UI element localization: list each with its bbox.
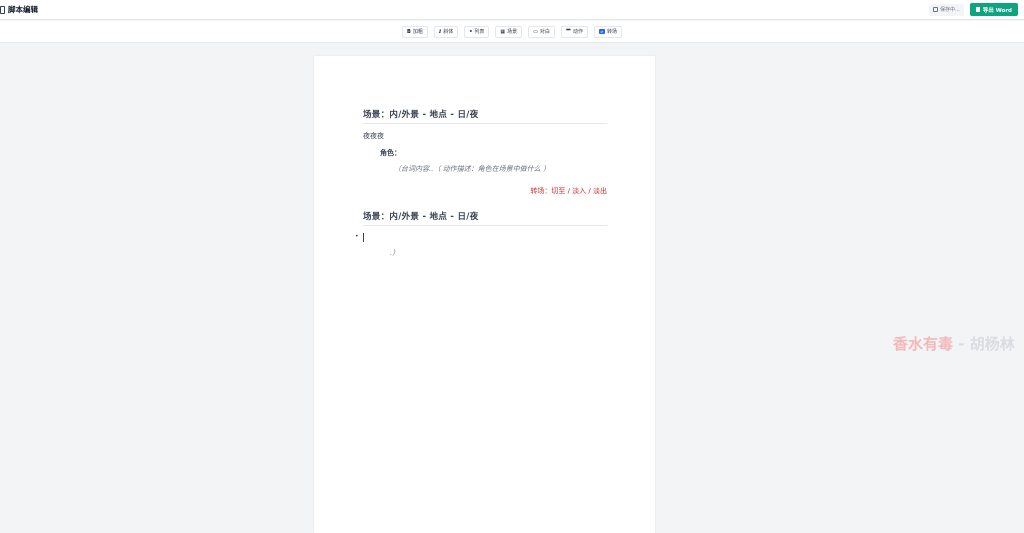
bold-button[interactable]: B 加粗 [402,25,428,38]
parenthetical-2[interactable]: .） [390,248,399,258]
bold-label: 加粗 [412,29,423,35]
list-label: 列表 [474,29,485,35]
speech-bubble-icon: ▭ [533,28,538,35]
app-title: 脚本编辑 [8,5,38,14]
dialogue-button[interactable]: ▭ 对白 [528,25,555,38]
watermark-separator: - [953,335,970,353]
list-button[interactable]: • 列表 [464,25,490,38]
character-name[interactable]: 角色： [380,148,401,158]
scene-heading-1[interactable]: 场景：内/外景 - 地点 - 日/夜 [363,108,607,124]
italic-icon: I [438,28,442,35]
document-page[interactable]: 场景：内/外景 - 地点 - 日/夜 夜夜夜 角色： （台词内容..（ 动作描述… [314,56,655,533]
watermark: 香水有毒 - 胡杨林 [893,333,1015,354]
format-toolbar: B 加粗 I 斜体 • 列表 ▦ 场景 ▭ 对白 ⺮ 动作 ⇄ 转场 [0,21,1024,43]
watermark-text: 香水有毒 [893,335,954,353]
text-cursor [363,233,364,242]
scene-button[interactable]: ▦ 场景 [495,25,523,38]
running-person-icon: ⺮ [565,29,571,35]
save-icon [933,7,938,12]
app-title-area: 脚本编辑 [0,4,38,15]
dialogue-label: 对白 [539,29,550,35]
transition-line[interactable]: 转场：切至 / 淡入 / 淡出 [530,186,607,196]
italic-button[interactable]: I 斜体 [433,25,459,38]
document-icon [0,5,5,14]
list-bullet: • [355,233,359,240]
transition-button[interactable]: ⇄ 转场 [593,25,622,38]
save-status: 保存中... [929,3,964,16]
clapperboard-icon: ▦ [500,28,506,35]
top-actions: 保存中... 导出 Word [929,3,1024,16]
transition-icon: ⇄ [598,29,605,34]
list-icon: • [469,28,473,35]
action-button[interactable]: ⺮ 动作 [560,25,588,38]
save-status-text: 保存中... [940,7,960,13]
parenthetical[interactable]: （台词内容..（ 动作描述：角色在场景中做什么 ） [394,164,550,174]
action-label: 动作 [572,29,583,35]
export-word-button[interactable]: 导出 Word [969,3,1018,16]
action-line[interactable]: 夜夜夜 [363,131,384,141]
top-bar: 脚本编辑 保存中... 导出 Word [0,0,1024,20]
export-word-label: 导出 Word [982,7,1012,14]
italic-label: 斜体 [443,29,454,35]
transition-label: 转场 [606,29,617,35]
file-icon [975,7,980,12]
scene-heading-2[interactable]: 场景：内/外景 - 地点 - 日/夜 [363,210,607,226]
bold-icon: B [407,28,411,35]
scene-label: 场景 [507,29,518,35]
watermark-author: 胡杨林 [969,335,1015,353]
